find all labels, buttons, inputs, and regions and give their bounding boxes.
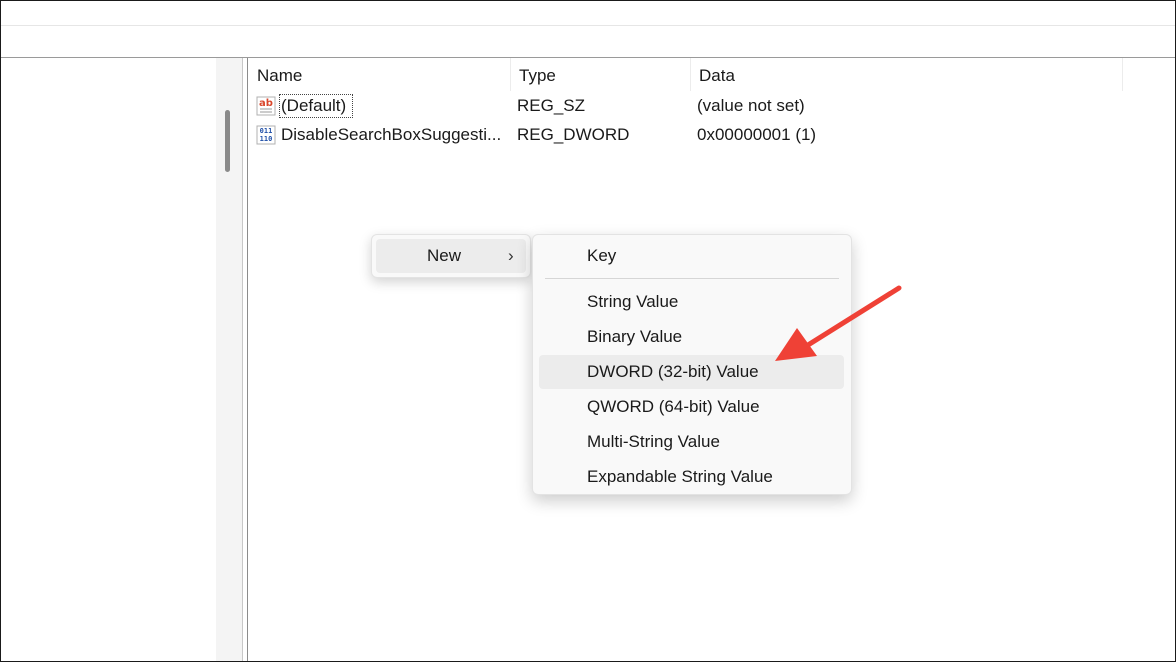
value-data: (value not set) (697, 96, 805, 115)
submenu-item-multi-string-value[interactable]: Multi-String Value (539, 425, 844, 459)
new-submenu: Key String Value Binary Value DWORD (32-… (532, 234, 852, 495)
submenu-item-label: Expandable String Value (587, 467, 773, 486)
key-tree-pane[interactable] (1, 58, 216, 661)
address-bar[interactable] (1, 26, 1175, 58)
string-value-icon: ab (256, 96, 276, 116)
pane-splitter[interactable] (243, 58, 248, 661)
submenu-item-string-value[interactable]: String Value (539, 285, 844, 319)
chevron-right-icon: › (508, 246, 514, 265)
column-header-name[interactable]: Name (249, 58, 511, 91)
submenu-item-label: Key (587, 246, 617, 265)
context-menu: New › (371, 234, 531, 278)
submenu-item-qword-value[interactable]: QWORD (64-bit) Value (539, 390, 844, 424)
tree-scrollbar-thumb[interactable] (225, 110, 230, 172)
submenu-item-key[interactable]: Key (539, 239, 844, 273)
value-row-disable-search[interactable]: 011 110 DisableSearchBoxSuggesti... REG_… (249, 121, 1175, 149)
submenu-item-label: DWORD (32-bit) Value (587, 362, 759, 381)
column-header-type[interactable]: Type (511, 58, 691, 91)
svg-text:ab: ab (259, 98, 273, 109)
svg-text:110: 110 (260, 135, 273, 143)
column-header-data[interactable]: Data (691, 58, 1123, 91)
context-menu-item-new-label: New (427, 246, 462, 265)
value-data: 0x00000001 (1) (697, 125, 817, 144)
value-type: REG_SZ (517, 96, 586, 115)
submenu-item-expandable-string-value[interactable]: Expandable String Value (539, 460, 844, 494)
submenu-item-label: Multi-String Value (587, 432, 720, 451)
submenu-item-label: QWORD (64-bit) Value (587, 397, 760, 416)
value-type: REG_DWORD (517, 125, 630, 144)
submenu-item-binary-value[interactable]: Binary Value (539, 320, 844, 354)
value-name: DisableSearchBoxSuggesti... (281, 125, 502, 144)
value-row-default[interactable]: ab (Default) REG_SZ (value not set) (249, 92, 1175, 120)
menu-bar (1, 1, 1175, 26)
value-name: (Default) (281, 96, 347, 115)
binary-value-icon: 011 110 (256, 125, 276, 145)
submenu-item-dword-value[interactable]: DWORD (32-bit) Value (539, 355, 844, 389)
submenu-separator (545, 278, 839, 279)
submenu-item-label: Binary Value (587, 327, 683, 346)
svg-text:011: 011 (260, 127, 273, 135)
submenu-item-label: String Value (587, 292, 679, 311)
tree-scrollbar[interactable] (216, 58, 243, 661)
context-menu-item-new[interactable]: New › (376, 239, 526, 273)
